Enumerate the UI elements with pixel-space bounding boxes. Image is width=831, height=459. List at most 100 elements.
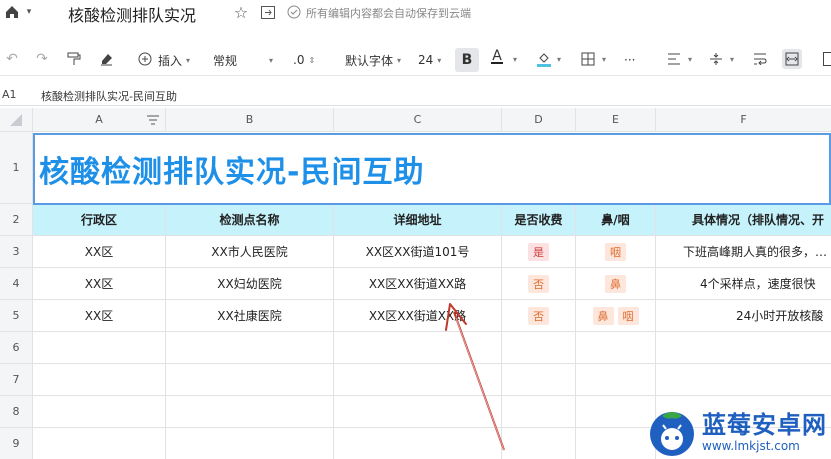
empty-cell[interactable] [576, 364, 656, 396]
header-label: 具体情况（排队情况、开 [692, 213, 825, 227]
empty-cell[interactable] [33, 332, 166, 364]
chevron-down-icon[interactable]: ▾ [555, 52, 563, 66]
more-button[interactable]: ··· [624, 50, 635, 70]
empty-cell[interactable] [166, 332, 334, 364]
table-cell-site[interactable]: XX社康医院 [166, 300, 334, 332]
header-label: 详细地址 [393, 213, 442, 227]
empty-cell[interactable] [166, 364, 334, 396]
header-label: 检测点名称 [219, 213, 280, 227]
empty-cell[interactable] [576, 332, 656, 364]
align-horizontal-icon[interactable] [666, 51, 682, 67]
header-cell-fee[interactable]: 是否收费 [502, 204, 576, 236]
align-vertical-icon[interactable] [708, 51, 724, 67]
table-cell-district[interactable]: XX区 [33, 236, 166, 268]
table-cell-fee[interactable]: 否 [502, 268, 576, 300]
chevron-down-icon[interactable]: ▾ [511, 52, 519, 66]
decimal-button[interactable]: .0 ⇕ [293, 50, 315, 70]
header-cell-detail[interactable]: 具体情况（排队情况、开 [656, 204, 831, 236]
sheet-title-cell[interactable]: 核酸检测排队实况-民间互助 [33, 133, 831, 205]
border-icon[interactable] [580, 51, 596, 67]
number-format-dropdown[interactable]: 常规 ▾ [213, 50, 273, 70]
wrap-text-icon[interactable] [752, 51, 768, 67]
chevron-down-icon[interactable]: ▾ [600, 52, 608, 66]
table-cell-district[interactable]: XX区 [33, 300, 166, 332]
table-cell-detail[interactable]: 下班高峰期人真的很多，… [656, 236, 831, 268]
select-all-corner[interactable] [0, 108, 33, 132]
column-header-f[interactable]: F [656, 108, 831, 132]
header-cell-district[interactable]: 行政区 [33, 204, 166, 236]
column-header-d[interactable]: D [502, 108, 576, 132]
empty-cell[interactable] [656, 332, 831, 364]
row-header-3[interactable]: 3 [0, 236, 33, 268]
row-label: 8 [12, 405, 20, 418]
home-icon[interactable] [2, 2, 22, 22]
table-cell-type[interactable]: 咽 [576, 236, 656, 268]
empty-cell[interactable] [576, 396, 656, 428]
table-cell-address[interactable]: XX区XX街道101号 [334, 236, 502, 268]
font-size-dropdown[interactable]: 24 ▾ [418, 50, 441, 70]
star-icon[interactable]: ☆ [232, 2, 250, 22]
column-header-c[interactable]: C [334, 108, 502, 132]
filter-icon[interactable] [146, 113, 160, 127]
header-cell-site[interactable]: 检测点名称 [166, 204, 334, 236]
table-cell-site[interactable]: XX市人民医院 [166, 236, 334, 268]
watermark: 蓝莓安卓网 www.lmkjst.com [646, 404, 831, 459]
row-header-6[interactable]: 6 [0, 332, 33, 364]
chevron-down-icon[interactable]: ▾ [24, 4, 34, 20]
table-cell-type[interactable]: 鼻 [576, 268, 656, 300]
merge-cells-icon[interactable] [782, 49, 802, 69]
annotation-arrow [445, 303, 505, 451]
formula-content[interactable]: 核酸检测排队实况-民间互助 [41, 88, 177, 104]
chevron-down-icon[interactable]: ▾ [728, 52, 736, 66]
table-cell-district[interactable]: XX区 [33, 268, 166, 300]
cell-text: XX社康医院 [217, 309, 282, 323]
table-cell-site[interactable]: XX妇幼医院 [166, 268, 334, 300]
column-header-b[interactable]: B [166, 108, 334, 132]
row-header-4[interactable]: 4 [0, 268, 33, 300]
cell-reference[interactable]: A1 [2, 88, 17, 101]
document-title[interactable]: 核酸检测排队实况 [68, 2, 196, 26]
header-label: 鼻/咽 [601, 213, 630, 227]
column-label: C [413, 113, 422, 126]
chevron-down-icon[interactable]: ▾ [686, 52, 694, 66]
column-label: E [612, 113, 619, 126]
header-cell-type[interactable]: 鼻/咽 [576, 204, 656, 236]
font-family-dropdown[interactable]: 默认字体 ▾ [345, 50, 401, 70]
fill-color-icon[interactable] [536, 50, 552, 68]
blueberry-logo-icon [646, 406, 698, 458]
redo-icon[interactable]: ↷ [34, 51, 50, 67]
insert-button[interactable]: 插入 ▾ [158, 50, 190, 70]
undo-icon[interactable]: ↶ [4, 51, 20, 67]
row-header-1[interactable]: 1 [0, 132, 33, 204]
table-cell-detail[interactable]: 4个采样点，速度很快 [656, 268, 831, 300]
move-to-icon[interactable] [259, 3, 277, 21]
empty-cell[interactable] [656, 364, 831, 396]
row-header-9[interactable]: 9 [0, 428, 33, 459]
table-cell-address[interactable]: XX区XX街道XX路 [334, 268, 502, 300]
empty-cell[interactable] [33, 364, 166, 396]
eraser-icon[interactable] [98, 51, 114, 67]
empty-cell[interactable] [166, 396, 334, 428]
header-cell-address[interactable]: 详细地址 [334, 204, 502, 236]
filter-icon[interactable] [822, 51, 831, 67]
sheet-title: 核酸检测排队实况-民间互助 [39, 155, 425, 190]
font-color-button[interactable]: A [491, 49, 503, 70]
row-header-2[interactable]: 2 [0, 204, 33, 236]
table-cell-detail[interactable]: 24小时开放核酸 [656, 300, 831, 332]
bold-button[interactable]: B [455, 48, 479, 72]
empty-cell[interactable] [576, 428, 656, 459]
empty-cell[interactable] [33, 396, 166, 428]
row-header-5[interactable]: 5 [0, 300, 33, 332]
autosave-status: 所有编辑内容都会自动保存到云端 [306, 7, 471, 20]
row-header-8[interactable]: 8 [0, 396, 33, 428]
format-painter-icon[interactable] [66, 51, 82, 67]
cell-text: XX区 [84, 245, 114, 259]
table-cell-fee[interactable]: 是 [502, 236, 576, 268]
empty-cell[interactable] [33, 428, 166, 459]
table-cell-type[interactable]: 鼻咽 [576, 300, 656, 332]
row-header-7[interactable]: 7 [0, 364, 33, 396]
empty-cell[interactable] [166, 428, 334, 459]
insert-plus-icon[interactable] [137, 51, 153, 67]
cell-text: XX妇幼医院 [217, 277, 282, 291]
column-header-e[interactable]: E [576, 108, 656, 132]
